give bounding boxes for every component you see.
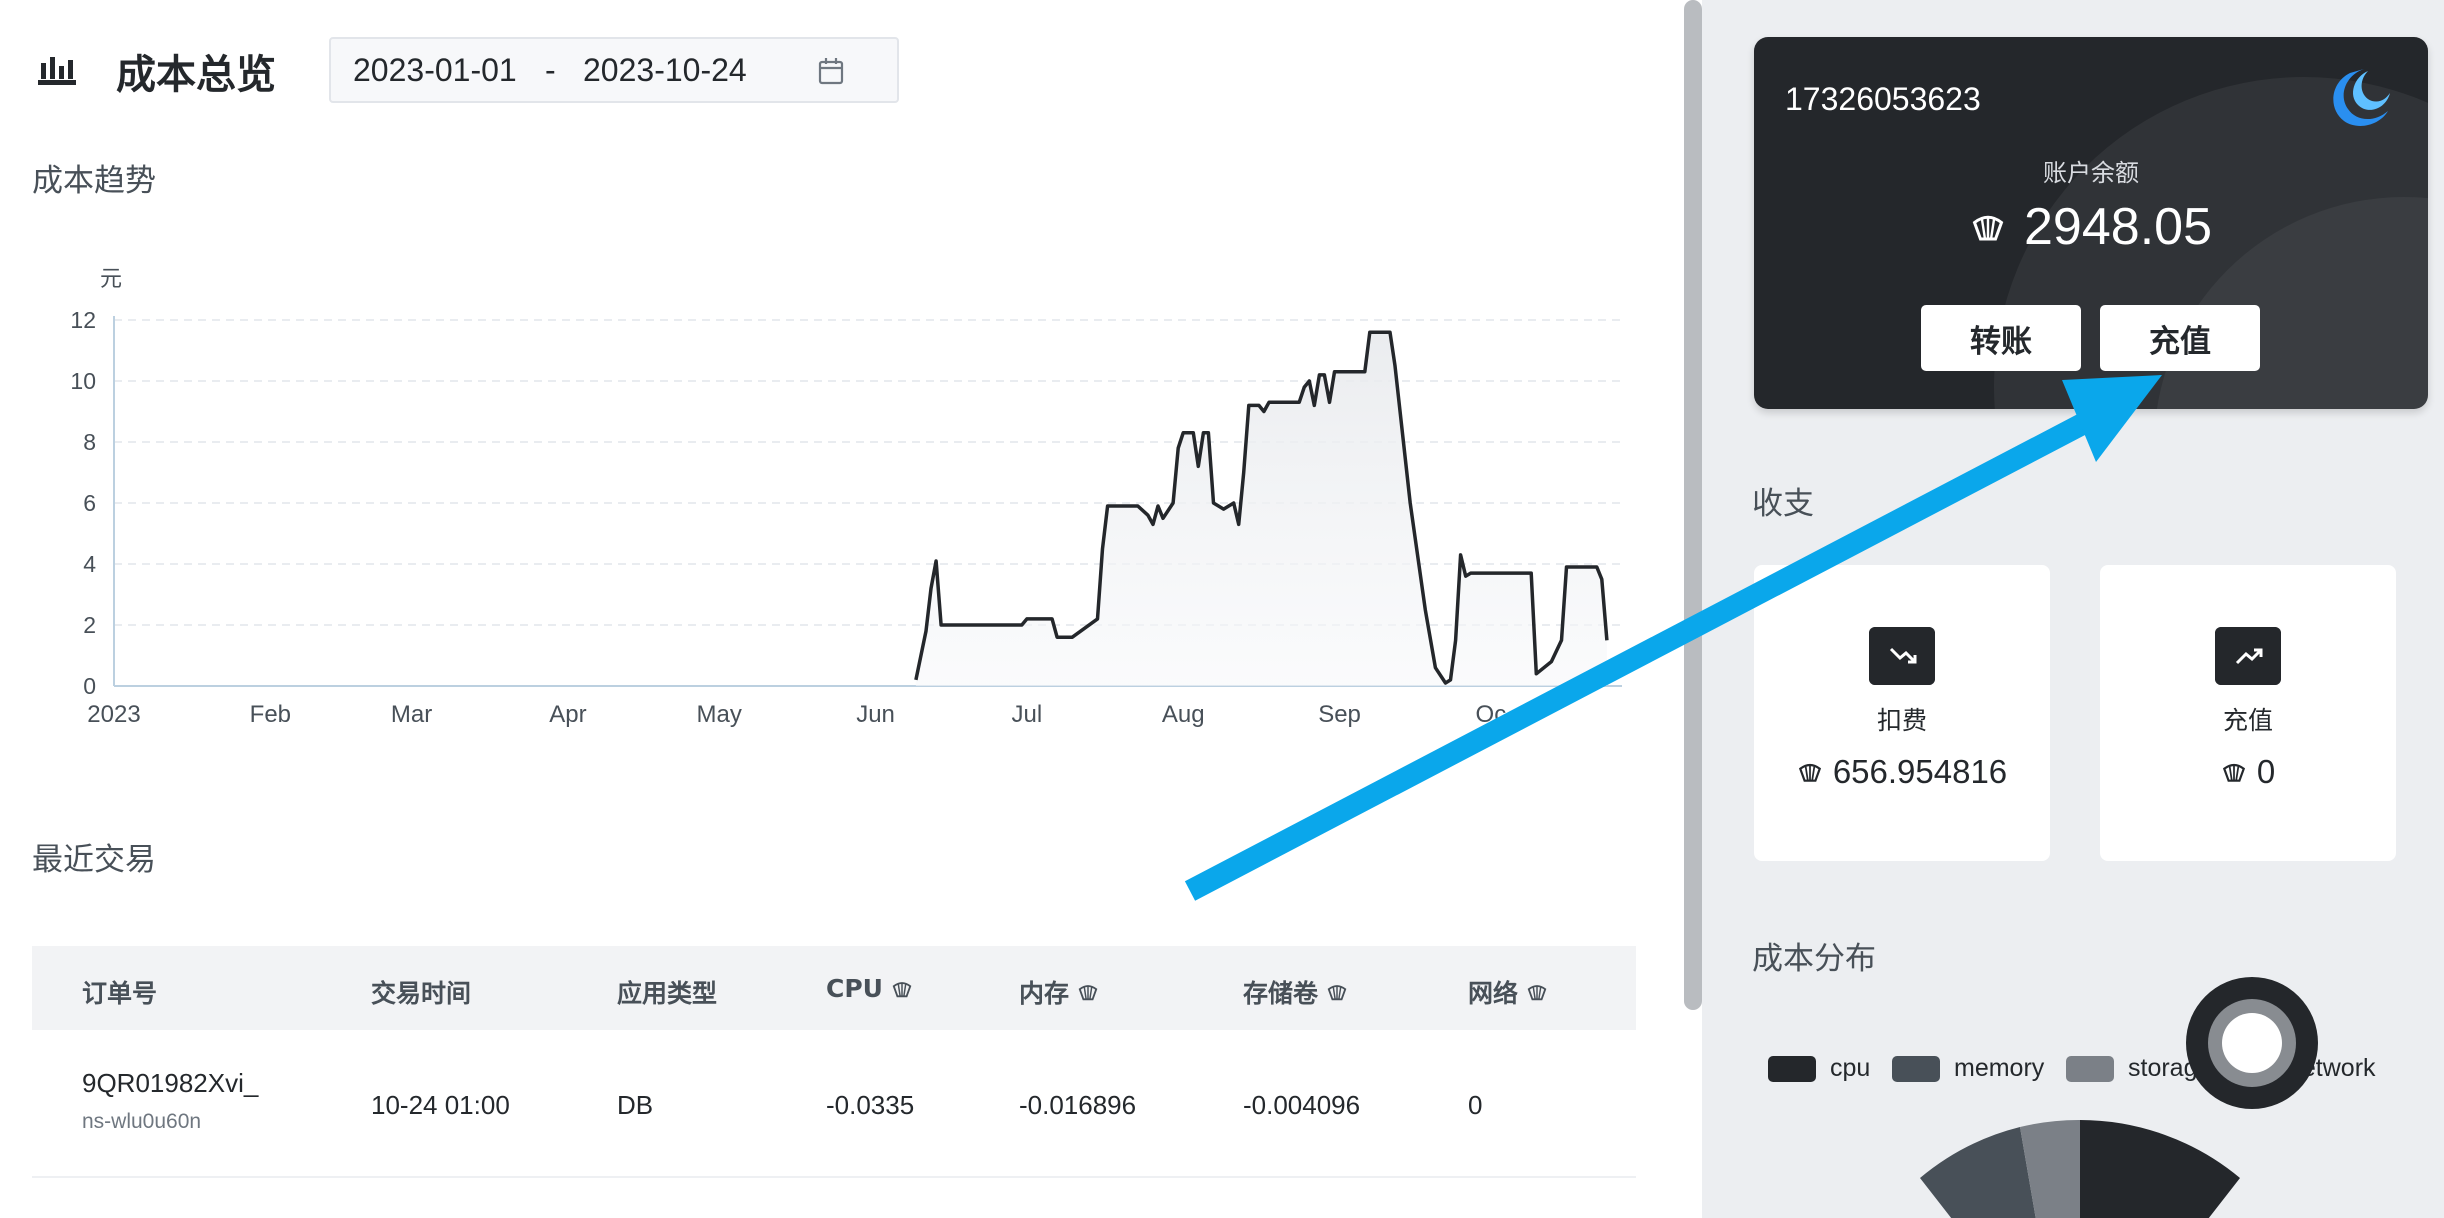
cell-time: 10-24 01:00 — [371, 1090, 510, 1120]
scrollbar[interactable] — [1684, 0, 1702, 1010]
date-separator: - — [545, 51, 556, 88]
calendar-icon[interactable] — [818, 57, 844, 85]
cell-network: 0 — [1468, 1090, 1483, 1120]
trending-up-icon — [2215, 627, 2281, 685]
table-row[interactable]: 9QR01982Xvi_ ns-wlu0u60n 10-24 01:00 DB … — [32, 1030, 1636, 1178]
cost-area — [915, 332, 1607, 686]
shell-coin-icon — [1078, 985, 1098, 1001]
x-tick-label: Apr — [549, 701, 586, 728]
y-axis-unit: 元 — [100, 267, 122, 292]
shell-coin-icon — [1972, 215, 2004, 241]
cell-storage: -0.004096 — [1243, 1090, 1361, 1120]
trending-down-icon — [1869, 627, 1935, 685]
credit-label: 充值 — [2222, 706, 2273, 735]
x-tick-label: 2023 — [87, 701, 140, 728]
shell-coin-icon — [1327, 985, 1347, 1001]
th-cpu: CPU — [826, 974, 913, 1003]
legend-memory[interactable]: memory — [1892, 1054, 2044, 1083]
cell-memory: -0.016896 — [1019, 1090, 1137, 1120]
cell-app-type: DB — [617, 1090, 654, 1120]
shell-coin-icon — [1527, 985, 1547, 1001]
page-title: 成本总览 — [116, 52, 276, 98]
account-phone: 17326053623 — [1785, 81, 1981, 117]
y-tick-label: 4 — [83, 551, 96, 577]
transfer-button[interactable]: 转账 — [1921, 305, 2081, 371]
balance-label: 账户余额 — [2043, 159, 2139, 187]
legend-swatch-memory — [1892, 1055, 1940, 1082]
th-storage: 存储卷 — [1243, 974, 1348, 1010]
legend-cpu[interactable]: cpu — [1768, 1054, 1870, 1083]
y-tick-label: 0 — [83, 673, 96, 699]
table-header: 订单号 交易时间 应用类型 CPU 内存 存储卷 网络 — [32, 946, 1636, 1030]
x-tick-label: Sep — [1318, 701, 1361, 728]
debit-value: 656.954816 — [1754, 753, 2050, 791]
x-tick-label: Jun — [856, 701, 895, 728]
recharge-button[interactable]: 充值 — [2100, 305, 2260, 371]
cost-distribution-donut — [1920, 1119, 2240, 1218]
cell-cpu: -0.0335 — [826, 1090, 915, 1120]
y-tick-label: 8 — [83, 429, 96, 455]
income-expense-title: 收支 — [1752, 486, 1814, 522]
bar-chart-icon — [38, 57, 76, 85]
x-tick-label: Jul — [1012, 701, 1043, 728]
credit-card: 充值 0 — [2100, 565, 2396, 861]
cost-distribution-title: 成本分布 — [1752, 941, 1876, 977]
cost-trend-chart: 0 2 4 6 8 10 12 2023 Feb Mar Apr May Jun Jul Aug Sep Oc… — [70, 267, 1622, 728]
balance-card: 17326053623 账户余额 2948.05 转账 充值 — [1754, 37, 2428, 409]
floating-action-button[interactable] — [2186, 977, 2318, 1109]
th-order-id: 订单号 — [82, 979, 158, 1008]
balance-amount: 2948.05 — [1754, 197, 2428, 257]
shell-coin-icon — [2222, 763, 2245, 782]
cell-order-id[interactable]: 9QR01982Xvi_ — [82, 1068, 258, 1099]
x-tick-label: Aug — [1162, 701, 1205, 728]
legend-swatch-storage — [2066, 1055, 2114, 1082]
date-range-picker[interactable]: 2023-01-01 - 2023-10-24 — [329, 37, 899, 103]
th-app-type: 应用类型 — [617, 979, 718, 1008]
y-tick-label: 12 — [70, 307, 96, 333]
cell-namespace: ns-wlu0u60n — [82, 1110, 202, 1133]
legend-swatch-cpu — [1768, 1055, 1816, 1082]
x-tick-label: May — [697, 701, 742, 728]
recent-transactions-title: 最近交易 — [32, 842, 156, 878]
y-tick-label: 2 — [83, 612, 96, 638]
date-end[interactable]: 2023-10-24 — [583, 52, 809, 89]
y-tick-label: 10 — [70, 368, 96, 394]
th-network: 网络 — [1468, 974, 1548, 1010]
debit-label: 扣费 — [1876, 706, 1927, 735]
shell-coin-icon — [892, 981, 912, 997]
donut-slice-memory — [1920, 1127, 2036, 1218]
credit-value: 0 — [2100, 753, 2396, 791]
brand-logo-icon — [2333, 69, 2390, 126]
donut-slice-cpu — [2080, 1120, 2240, 1218]
x-tick-label: Mar — [391, 701, 432, 728]
x-tick-label: Feb — [250, 701, 291, 728]
debit-card: 扣费 656.954816 — [1754, 565, 2050, 861]
th-time: 交易时间 — [371, 979, 472, 1008]
date-start[interactable]: 2023-01-01 — [353, 52, 545, 89]
cost-trend-title: 成本趋势 — [32, 163, 156, 199]
th-memory: 内存 — [1019, 974, 1099, 1010]
shell-coin-icon — [1798, 763, 1821, 782]
y-tick-label: 6 — [83, 490, 96, 516]
x-tick-label: Oc — [1476, 701, 1507, 728]
